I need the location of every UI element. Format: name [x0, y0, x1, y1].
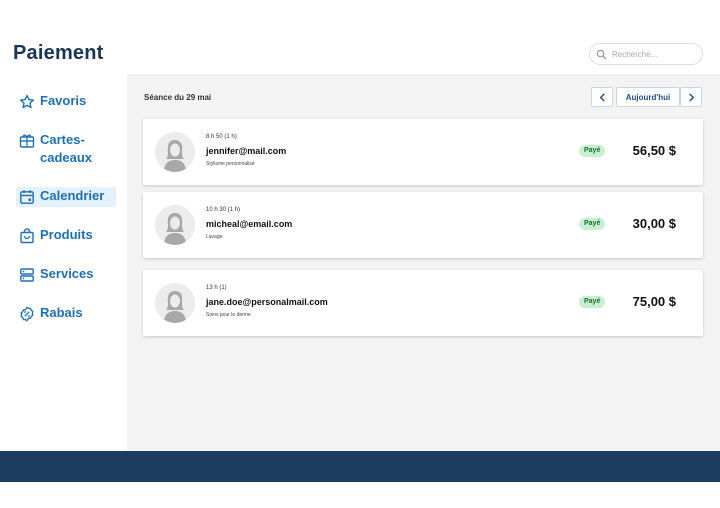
calendar-icon: [20, 190, 34, 204]
search-icon: [596, 49, 607, 59]
search-input[interactable]: [612, 49, 702, 59]
status-badge: Payé: [579, 218, 606, 230]
session-title: Séance du 29 mai: [144, 93, 212, 102]
previous-day-button[interactable]: [591, 87, 613, 107]
sidebar-item-cartes-cadeaux[interactable]: Cartes- cadeaux: [16, 131, 116, 167]
client-email: jennifer@mail.com: [206, 146, 287, 156]
discount-icon: [20, 306, 34, 322]
sidebar: Favoris Cartes- cadeaux Calendrier Produ…: [0, 74, 127, 451]
appointment-card[interactable]: 8 h 50 (1 h) jennifer@mail.com Stylisme …: [143, 119, 703, 185]
next-day-button[interactable]: [680, 87, 702, 107]
sidebar-item-label: Rabais: [40, 305, 83, 320]
sidebar-item-label: Services: [40, 266, 94, 281]
client-email: micheal@email.com: [206, 219, 293, 229]
status-badge: Payé: [579, 296, 606, 308]
avatar: [155, 132, 195, 172]
chevron-right-icon: [688, 93, 694, 101]
sidebar-item-produits[interactable]: Produits: [16, 226, 116, 244]
person-placeholder-icon: [155, 132, 195, 172]
gift-card-icon: [19, 134, 35, 148]
person-placeholder-icon: [155, 283, 195, 323]
person-placeholder-icon: [155, 205, 195, 245]
star-icon: [20, 94, 34, 109]
sidebar-item-label: Favoris: [40, 93, 87, 108]
appointment-amount: 56,50 $: [632, 143, 676, 158]
search-box[interactable]: [589, 43, 703, 65]
sidebar-item-label: Calendrier: [40, 188, 105, 203]
service-name: Stylisme personnalisé: [206, 161, 255, 167]
shopping-bag-icon: [20, 228, 34, 244]
appointment-card[interactable]: 13 h (1) jane.doe@personalmail.com Soins…: [143, 270, 703, 336]
service-name: Lavage: [206, 234, 223, 240]
header: Paiement: [0, 0, 720, 74]
footer-bar: [0, 451, 720, 482]
today-button[interactable]: Aujourd'hui: [616, 87, 680, 107]
appointment-card[interactable]: 10 h 30 (1 h) micheal@email.com Lavage P…: [143, 192, 703, 258]
sidebar-item-favoris[interactable]: Favoris: [16, 92, 116, 110]
status-badge: Payé: [579, 145, 606, 157]
sidebar-item-services[interactable]: Services: [16, 265, 116, 283]
page-title: Paiement: [13, 42, 104, 64]
server-icon: [20, 268, 34, 282]
avatar: [155, 283, 195, 323]
appointment-amount: 30,00 $: [632, 216, 676, 231]
service-name: Soins pour le derme: [206, 312, 251, 318]
sidebar-item-label: Produits: [40, 227, 93, 242]
appointment-time: 10 h 30 (1 h): [206, 207, 241, 213]
main-content: Séance du 29 mai Aujourd'hui 8 h 50 (1 h…: [127, 74, 720, 451]
sidebar-item-calendrier[interactable]: Calendrier: [16, 187, 116, 207]
avatar: [155, 205, 195, 245]
sidebar-item-label: Cartes- cadeaux: [40, 132, 93, 165]
appointment-time: 8 h 50 (1 h): [206, 134, 237, 140]
sidebar-item-rabais[interactable]: Rabais: [16, 304, 116, 322]
appointment-amount: 75,00 $: [632, 294, 676, 309]
client-email: jane.doe@personalmail.com: [206, 297, 328, 307]
appointment-time: 13 h (1): [206, 285, 227, 291]
chevron-left-icon: [599, 93, 605, 101]
